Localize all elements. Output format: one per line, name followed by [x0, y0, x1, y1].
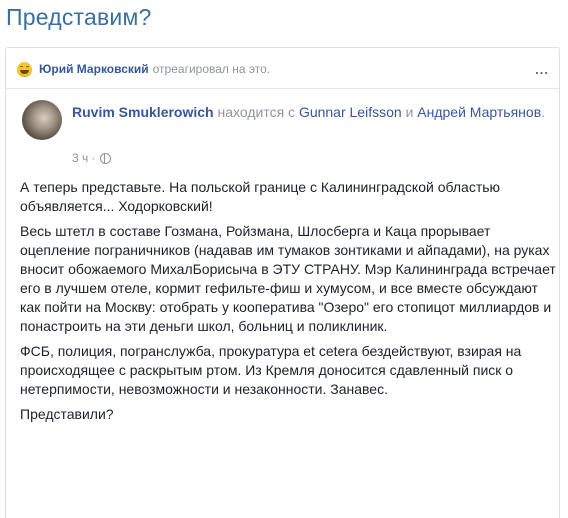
and-text: и: [405, 104, 414, 120]
meta-separator: ·: [91, 151, 96, 165]
author-avatar[interactable]: [22, 100, 62, 140]
author-line: Ruvim Smuklerowich находится с Gunnar Le…: [72, 104, 546, 120]
reaction-notice: Юрий Марковский отреагировал на это. ...: [17, 59, 549, 79]
post-menu-button[interactable]: ...: [535, 62, 549, 77]
globe-icon[interactable]: [100, 152, 112, 164]
page-title: Представим?: [6, 4, 152, 30]
laughing-emoji-icon: [17, 61, 32, 77]
post-card: Юрий Марковский отреагировал на это. ...…: [5, 47, 560, 518]
divider: [6, 88, 559, 89]
post-meta: 3 ч ·: [72, 151, 112, 165]
with-text: находится с: [217, 104, 296, 120]
reactor-name-link[interactable]: Юрий Марковский: [39, 62, 149, 76]
post-paragraph: Весь штетл в составе Гозмана, Ройзмана, …: [20, 223, 556, 334]
author-name-link[interactable]: Ruvim Smuklerowich: [72, 104, 214, 120]
post-paragraph: Представили?: [20, 406, 114, 422]
post-paragraph: ФСБ, полиция, погранслужба, прокуратура …: [20, 343, 522, 397]
reaction-action-text: отреагировал на это.: [152, 62, 271, 76]
tagged-user-1-link[interactable]: Gunnar Leifsson: [299, 104, 402, 120]
tagged-user-2-link[interactable]: Андрей Мартьянов: [417, 104, 541, 120]
post-paragraph: А теперь представьте. На польской границ…: [20, 179, 501, 214]
timestamp-link[interactable]: 3 ч: [72, 151, 88, 165]
post-body: А теперь представьте. На польской границ…: [20, 178, 560, 430]
